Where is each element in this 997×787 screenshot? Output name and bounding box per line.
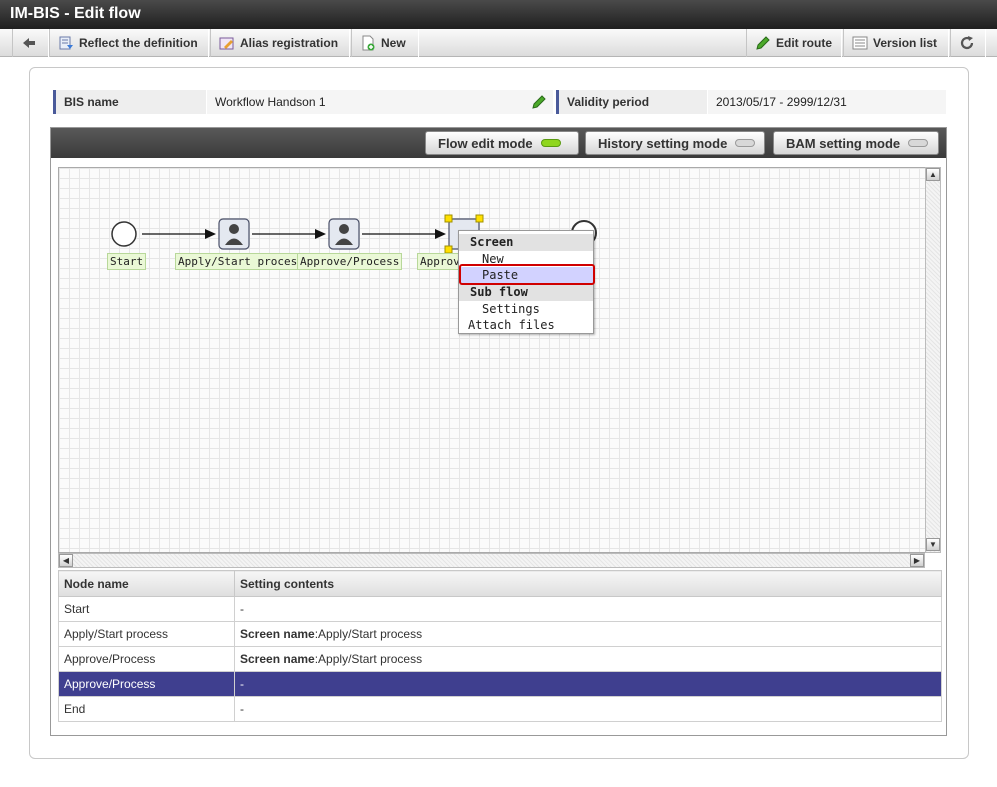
history-setting-mode-button[interactable]: History setting mode bbox=[585, 131, 765, 155]
toolbar: Reflect the definition Alias registratio… bbox=[0, 29, 997, 57]
horizontal-scrollbar[interactable]: ◀ ▶ bbox=[58, 553, 925, 568]
bam-setting-mode-button[interactable]: BAM setting mode bbox=[773, 131, 939, 155]
node-name-cell: Approve/Process bbox=[58, 671, 235, 697]
bis-name-text: Workflow Handson 1 bbox=[215, 95, 326, 109]
validity-period-label: Validity period bbox=[556, 90, 707, 114]
window-title: IM-BIS - Edit flow bbox=[10, 5, 141, 22]
node-label-approve-process: Approve/Process bbox=[297, 253, 403, 270]
edit-route-label: Edit route bbox=[776, 36, 832, 50]
scroll-right-button[interactable]: ▶ bbox=[910, 554, 924, 567]
reflect-definition-icon bbox=[58, 35, 74, 51]
pencil-icon bbox=[755, 35, 771, 51]
table-header-row: Node name Setting contents bbox=[58, 570, 942, 597]
screen-name-key: Screen name bbox=[240, 652, 315, 666]
flow-editor: Flow edit mode History setting mode BAM … bbox=[50, 127, 947, 736]
reflect-definition-label: Reflect the definition bbox=[79, 36, 198, 50]
edit-name-button[interactable] bbox=[531, 90, 551, 114]
mode-off-indicator bbox=[908, 139, 929, 147]
menu-item-settings[interactable]: Settings bbox=[459, 301, 593, 317]
bam-setting-mode-label: BAM setting mode bbox=[786, 135, 901, 151]
table-row[interactable]: Start - bbox=[58, 596, 942, 622]
column-header-node-name: Node name bbox=[58, 570, 235, 597]
table-row[interactable]: End - bbox=[58, 696, 942, 722]
list-icon bbox=[852, 35, 868, 51]
pencil-icon bbox=[532, 95, 546, 109]
alias-registration-button[interactable]: Alias registration bbox=[210, 29, 350, 57]
reflect-definition-button[interactable]: Reflect the definition bbox=[49, 29, 209, 57]
new-document-icon bbox=[360, 35, 376, 51]
bis-name-value: Workflow Handson 1 bbox=[207, 90, 553, 114]
scroll-down-button[interactable]: ▼ bbox=[926, 538, 940, 551]
setting-contents-cell: - bbox=[234, 596, 942, 622]
new-button[interactable]: New bbox=[351, 29, 419, 57]
scroll-left-button[interactable]: ◀ bbox=[59, 554, 73, 567]
mode-bar: Flow edit mode History setting mode BAM … bbox=[51, 128, 946, 158]
flow-canvas[interactable] bbox=[58, 167, 927, 553]
refresh-button[interactable] bbox=[950, 29, 986, 57]
info-bar: BIS name Workflow Handson 1 Validity per… bbox=[53, 90, 946, 114]
mode-on-indicator bbox=[540, 139, 561, 147]
node-name-cell: Apply/Start process bbox=[58, 621, 235, 647]
menu-item-attach-files[interactable]: Attach files bbox=[459, 317, 593, 333]
alias-registration-icon bbox=[219, 35, 235, 51]
title-bar: IM-BIS - Edit flow bbox=[0, 0, 997, 29]
table-row[interactable]: Approve/Process Screen name:Apply/Start … bbox=[58, 646, 942, 672]
setting-contents-cell: Screen name:Apply/Start process bbox=[234, 646, 942, 672]
setting-contents-cell: Screen name:Apply/Start process bbox=[234, 621, 942, 647]
flow-edit-mode-label: Flow edit mode bbox=[438, 135, 533, 151]
history-setting-mode-label: History setting mode bbox=[598, 135, 728, 151]
setting-contents-cell: - bbox=[234, 696, 942, 722]
vertical-scrollbar[interactable]: ▲ ▼ bbox=[925, 167, 941, 553]
table-row-selected[interactable]: Approve/Process - bbox=[58, 671, 942, 697]
menu-header-screen: Screen bbox=[459, 234, 593, 251]
node-name-cell: Approve/Process bbox=[58, 646, 235, 672]
version-list-label: Version list bbox=[873, 36, 938, 50]
node-label-start: Start bbox=[107, 253, 147, 270]
refresh-icon bbox=[959, 35, 975, 51]
version-list-button[interactable]: Version list bbox=[843, 29, 949, 57]
validity-period-value: 2013/05/17 - 2999/12/31 bbox=[708, 90, 946, 114]
node-name-cell: End bbox=[58, 696, 235, 722]
node-name-cell: Start bbox=[58, 596, 235, 622]
screen-name-key: Screen name bbox=[240, 627, 315, 641]
back-arrow-icon bbox=[21, 35, 37, 51]
mode-off-indicator bbox=[735, 139, 756, 147]
setting-contents-cell: - bbox=[234, 671, 942, 697]
node-label-apply-start: Apply/Start process bbox=[175, 253, 307, 270]
flow-edit-mode-button[interactable]: Flow edit mode bbox=[425, 131, 579, 155]
highlight-box bbox=[459, 264, 595, 285]
bis-name-label: BIS name bbox=[53, 90, 206, 114]
screen-name-value: :Apply/Start process bbox=[314, 652, 423, 666]
menu-header-sub-flow: Sub flow bbox=[459, 284, 593, 301]
node-settings-table: Node name Setting contents Start - Apply… bbox=[58, 570, 942, 722]
column-header-setting-contents: Setting contents bbox=[234, 570, 942, 597]
alias-registration-label: Alias registration bbox=[240, 36, 339, 50]
back-button[interactable] bbox=[12, 29, 49, 57]
scroll-up-button[interactable]: ▲ bbox=[926, 168, 940, 181]
table-row[interactable]: Apply/Start process Screen name:Apply/St… bbox=[58, 621, 942, 647]
new-label: New bbox=[381, 36, 406, 50]
screen-name-value: :Apply/Start process bbox=[314, 627, 423, 641]
edit-route-button[interactable]: Edit route bbox=[746, 29, 842, 57]
